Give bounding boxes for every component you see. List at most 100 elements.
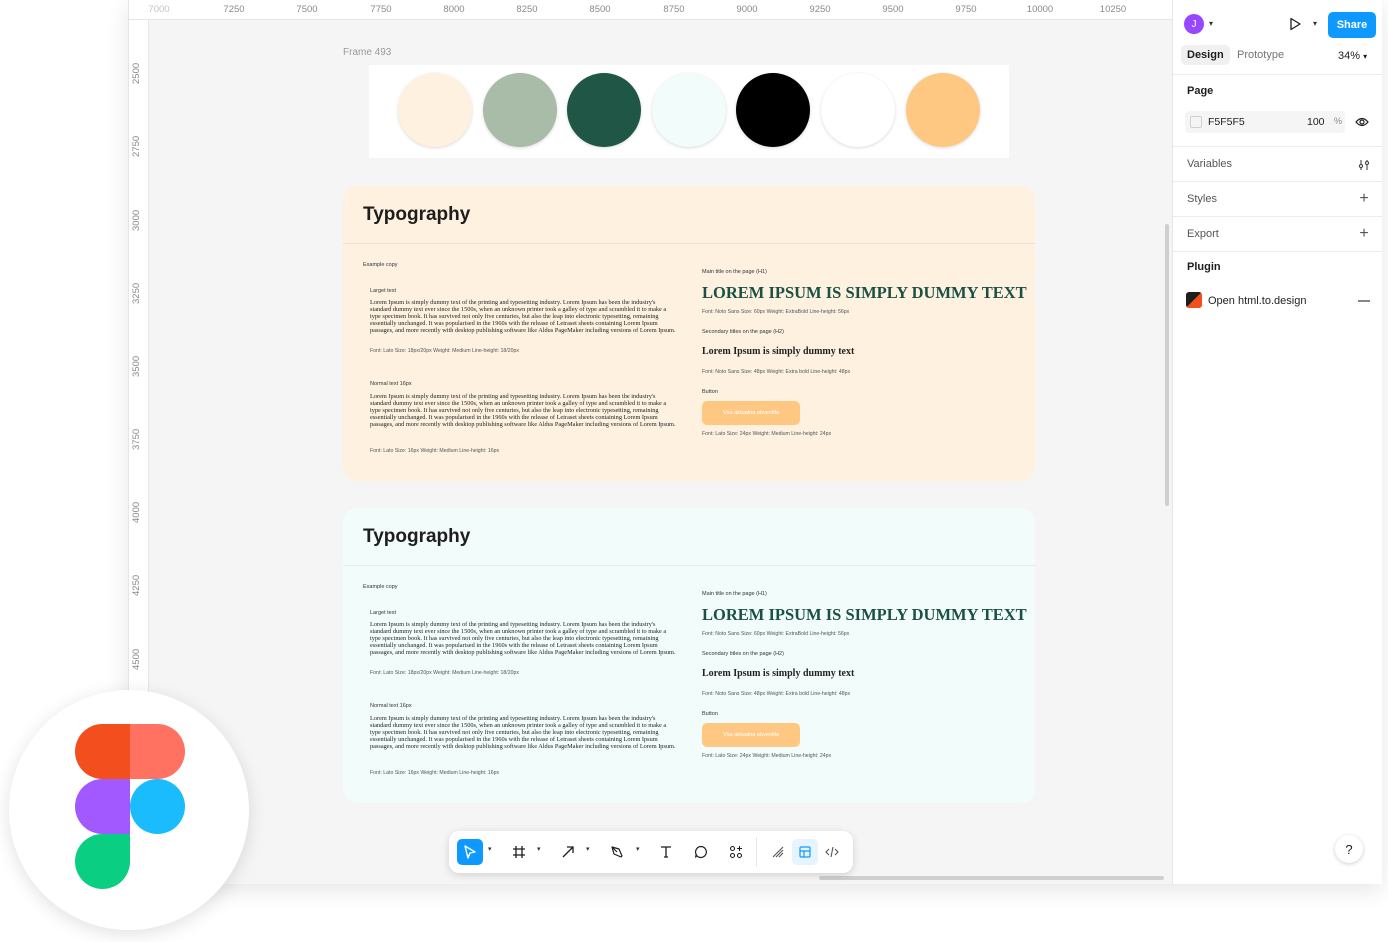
button-label: Button <box>702 389 718 395</box>
sample-cta-button[interactable]: Vsa aktualna obvestila <box>702 401 800 425</box>
move-tool-icon[interactable] <box>457 839 483 865</box>
h2-meta: Font: Noto Sans Size: 48px Weight: Extra… <box>702 691 851 697</box>
ruler-tick: 8500 <box>589 4 611 15</box>
chevron-down-icon[interactable]: ▾ <box>586 845 590 853</box>
typography-card[interactable]: Typography Example copy Larget text Lore… <box>343 186 1035 481</box>
normal-text-paragraph: Lorem Ipsum is simply dummy text of the … <box>370 715 676 750</box>
ruler-tick: 10000 <box>1026 4 1054 15</box>
ruler-tick: 7000 <box>148 4 170 15</box>
h1-sample: LOREM IPSUM IS SIMPLY DUMMY TEXT <box>702 605 1027 624</box>
add-export-plus-icon[interactable]: + <box>1356 225 1372 242</box>
h2-meta: Font: Noto Sans Size: 48px Weight: Extra… <box>702 369 851 375</box>
bottom-toolbar: ▾ ▾ ▾ ▾ <box>449 831 853 873</box>
sample-cta-button[interactable]: Vsa aktualna obvestila <box>702 723 800 747</box>
actions-grid-icon[interactable] <box>723 839 749 865</box>
zoom-value: 34% <box>1338 50 1361 62</box>
avatar[interactable]: J <box>1184 14 1204 34</box>
design-mode-icon[interactable] <box>792 839 818 865</box>
h1-meta: Font: Noto Sans Size: 60px Weight: Extra… <box>702 631 850 637</box>
large-text-label: Larget text <box>370 610 396 616</box>
ruler-tick: 10250 <box>1099 4 1127 15</box>
h1-meta: Font: Noto Sans Size: 60px Weight: Extra… <box>702 309 850 315</box>
chevron-down-icon[interactable]: ▾ <box>488 845 492 853</box>
h2-label: Secondary titles on the page (H2) <box>702 651 784 657</box>
large-text-meta: Font: Lato Size: 18px/20px Weight: Mediu… <box>370 348 519 354</box>
divider <box>1173 251 1382 252</box>
figma-logo-red-segment <box>75 724 130 779</box>
divider <box>1173 216 1382 217</box>
export-section-label[interactable]: Export <box>1187 228 1219 240</box>
toolbar-divider <box>756 837 757 867</box>
pen-tool-icon[interactable] <box>604 839 630 865</box>
tab-prototype[interactable]: Prototype <box>1231 45 1290 65</box>
chevron-down-icon[interactable]: ▾ <box>1313 19 1317 28</box>
add-style-plus-icon[interactable]: + <box>1356 190 1372 207</box>
share-button[interactable]: Share <box>1328 12 1376 38</box>
design-canvas[interactable]: Frame 493 Typography Example copy Larget… <box>149 20 1172 884</box>
frame-label[interactable]: Frame 493 <box>343 47 391 58</box>
ruler-tick: 3500 <box>131 355 142 377</box>
color-swatch[interactable] <box>736 73 810 147</box>
ruler-tick: 7750 <box>370 4 392 15</box>
h2-sample: Lorem Ipsum is simply dummy text <box>702 346 855 357</box>
chevron-down-icon[interactable]: ▾ <box>1209 19 1213 28</box>
ruler-tick: 4250 <box>131 574 142 596</box>
ruler-tick: 2500 <box>131 62 142 84</box>
card-header: Typography <box>343 508 1035 566</box>
ruler-tick: 9750 <box>955 4 977 15</box>
ruler-tick: 3750 <box>131 428 142 450</box>
example-copy-label: Example copy <box>363 584 398 590</box>
plugin-open-link[interactable]: Open html.to.design <box>1208 295 1306 307</box>
page-opacity-value[interactable]: 100 <box>1307 116 1325 128</box>
figma-window: 7000 7250 7500 7750 8000 8250 8500 8750 … <box>128 0 1382 884</box>
vertical-scrollbar[interactable] <box>1165 224 1169 506</box>
help-button[interactable]: ? <box>1335 835 1363 863</box>
ruler-tick: 8750 <box>663 4 685 15</box>
color-swatch[interactable] <box>652 73 726 147</box>
ruler-tick: 8000 <box>443 4 465 15</box>
variables-sliders-icon[interactable] <box>1356 157 1372 173</box>
color-swatch[interactable] <box>821 73 895 147</box>
divider <box>1173 74 1382 75</box>
frame-tool-icon[interactable] <box>506 839 532 865</box>
page-hex-value[interactable]: F5F5F5 <box>1208 116 1245 128</box>
eye-icon[interactable] <box>1354 114 1370 130</box>
styles-section-label[interactable]: Styles <box>1187 193 1217 205</box>
draw-mode-icon[interactable] <box>765 839 791 865</box>
color-swatch[interactable] <box>906 73 980 147</box>
typography-card[interactable]: Typography Example copy Larget text Lore… <box>343 508 1035 803</box>
comment-tool-icon[interactable] <box>688 839 714 865</box>
color-swatch[interactable] <box>567 73 641 147</box>
normal-text-label: Normal text 16px <box>370 381 412 387</box>
color-swatch[interactable] <box>483 73 557 147</box>
ruler-tick: 9250 <box>809 4 831 15</box>
remove-plugin-minus-icon[interactable] <box>1356 293 1372 309</box>
chevron-down-icon[interactable]: ▾ <box>636 845 640 853</box>
arrow-tool-icon[interactable] <box>555 839 581 865</box>
figma-logo-purple-segment <box>75 779 130 834</box>
page-color-swatch[interactable] <box>1190 116 1202 128</box>
horizontal-scrollbar[interactable] <box>819 876 1164 880</box>
ruler-tick: 4500 <box>131 648 142 670</box>
divider <box>1173 181 1382 182</box>
play-icon[interactable] <box>1285 14 1305 34</box>
h1-label: Main title on the page (H1) <box>702 269 767 275</box>
example-copy-label: Example copy <box>363 262 398 268</box>
dev-mode-icon[interactable] <box>819 839 845 865</box>
chevron-down-icon[interactable]: ▾ <box>537 845 541 853</box>
horizontal-ruler: 7000 7250 7500 7750 8000 8250 8500 8750 … <box>129 0 1172 20</box>
zoom-level[interactable]: 34% ▾ <box>1338 50 1367 62</box>
color-swatch[interactable] <box>398 73 472 147</box>
ruler-tick: 4000 <box>131 501 142 523</box>
large-text-paragraph: Lorem Ipsum is simply dummy text of the … <box>370 299 676 334</box>
normal-text-paragraph: Lorem Ipsum is simply dummy text of the … <box>370 393 676 428</box>
tab-design[interactable]: Design <box>1181 45 1230 65</box>
text-tool-icon[interactable] <box>653 839 679 865</box>
ruler-tick: 9500 <box>882 4 904 15</box>
button-label: Button <box>702 711 718 717</box>
page-background-field[interactable]: F5F5F5 100 % <box>1185 111 1345 133</box>
card-title: Typography <box>363 526 471 547</box>
ruler-tick: 2750 <box>131 135 142 157</box>
color-swatch-frame[interactable] <box>369 65 1009 158</box>
variables-section-label[interactable]: Variables <box>1187 158 1232 170</box>
